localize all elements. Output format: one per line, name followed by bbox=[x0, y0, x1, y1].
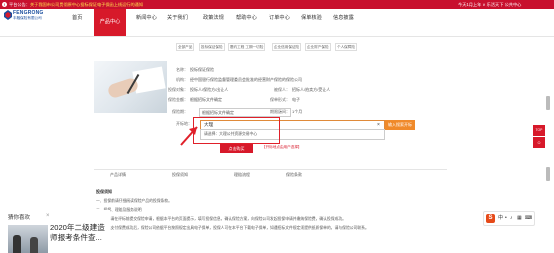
nav-policy[interactable]: 政策法规 bbox=[203, 14, 224, 21]
nav-orders[interactable]: 订单中心 bbox=[269, 14, 290, 21]
nav-verify[interactable]: 保单核验 bbox=[301, 14, 322, 21]
content-line: 1 投保人请在评标前提交保险申请，根据本平台的页面提示，填写投保信息，确认保险方… bbox=[96, 217, 346, 221]
nav-disclosure[interactable]: 信息披露 bbox=[333, 14, 354, 21]
news-popup[interactable]: 猜你喜欢 × 2020年二级建造 师报考条件查... bbox=[0, 210, 110, 253]
brand-subtitle: 丰融保险有限公司 bbox=[13, 16, 42, 20]
nav-help[interactable]: 帮助中心 bbox=[236, 14, 257, 21]
field-label: 保险期： bbox=[172, 109, 188, 114]
news-headline-line: 2020年二级建造 bbox=[50, 223, 105, 232]
ime-punct-icon[interactable]: • bbox=[505, 212, 507, 225]
field-value: 电子 bbox=[292, 97, 300, 102]
field-label: 保险金额： bbox=[168, 97, 188, 102]
notice-bar: ! 平台公告：关于我国市公司贯彻原中心投标保证电子保函上线运行的通知 今天1月上… bbox=[0, 0, 554, 9]
tabs-divider bbox=[94, 169, 447, 170]
buy-button[interactable]: 点击购买 bbox=[220, 144, 253, 153]
field-value: 1个月 bbox=[292, 109, 303, 114]
category-tab[interactable]: 企业财产保险 bbox=[305, 43, 331, 51]
news-headline[interactable]: 2020年二级建造 师报考条件查... bbox=[50, 223, 105, 243]
news-thumbnail[interactable] bbox=[8, 225, 48, 253]
ime-grid-icon[interactable]: ▦ bbox=[517, 212, 522, 225]
ime-logo-icon[interactable]: S bbox=[486, 214, 495, 223]
field-label: 保单形式： bbox=[270, 97, 290, 102]
category-tab[interactable]: 投标保证保险 bbox=[199, 43, 225, 51]
field-value: 经中国银行保险监督管理委员会批准的经营财产保险的保险公司 bbox=[190, 77, 302, 82]
ime-toolbar[interactable]: S 中 • ♪ ▦ ⌨ bbox=[483, 211, 535, 226]
highlight-box bbox=[193, 117, 280, 144]
person-shape bbox=[30, 237, 38, 253]
field-label: 期限区间： bbox=[270, 109, 290, 114]
logo-icon[interactable] bbox=[4, 10, 12, 20]
field-label: 名称： bbox=[176, 67, 188, 72]
notice-right[interactable]: 今天1月上年 ∨ 乐活天下 公共中心 bbox=[458, 0, 521, 9]
news-headline-line: 师报考条件查... bbox=[50, 233, 102, 242]
content-heading: 投保须知 bbox=[96, 189, 112, 194]
news-title: 猜你喜欢 bbox=[8, 215, 31, 221]
close-icon[interactable]: × bbox=[46, 213, 50, 219]
clear-icon[interactable]: × bbox=[377, 121, 380, 129]
content-line: 一、投保前请仔细阅读保险产品的投保条款。 bbox=[96, 199, 172, 203]
nav-active-label: 产品中心 bbox=[99, 19, 121, 25]
person-shape bbox=[13, 235, 21, 253]
category-tab[interactable]: 全部产品 bbox=[176, 43, 195, 51]
tab-claims[interactable]: 理赔流程 bbox=[234, 172, 250, 178]
tab-terms[interactable]: 保险条款 bbox=[286, 172, 302, 178]
field-label: 被保人： bbox=[274, 87, 290, 92]
category-tab[interactable]: 个人保障险 bbox=[335, 43, 357, 51]
scrollbar-thumb[interactable] bbox=[546, 167, 550, 181]
notice-highlight[interactable]: 关于我国市公司贯彻原中心投标保证电子保函上线运行的通知 bbox=[30, 2, 143, 7]
tab-details[interactable]: 产品详情 bbox=[110, 172, 126, 178]
header-divider bbox=[0, 36, 554, 37]
field-value: 根据招标文件确定 bbox=[190, 97, 222, 102]
search-bid-button[interactable]: 输入搜索开标 bbox=[385, 120, 415, 130]
field-label: 投保对象： bbox=[168, 87, 188, 92]
notice-icon: ! bbox=[2, 2, 7, 7]
nav-news[interactable]: 新闻中心 bbox=[136, 14, 157, 21]
field-label: 机构： bbox=[176, 77, 188, 82]
notice-text[interactable]: 平台公告：关于我国市公司贯彻原中心投标保证电子保函上线运行的通知 bbox=[9, 0, 143, 9]
nav-about[interactable]: 关于我们 bbox=[167, 14, 188, 21]
scrollbar-thumb[interactable] bbox=[546, 96, 550, 110]
nav-products-active[interactable]: 产品中心 bbox=[94, 9, 126, 36]
ime-voice-icon[interactable]: ♪ bbox=[510, 212, 513, 225]
ime-mode-icon[interactable]: 中 bbox=[498, 212, 503, 225]
annotation-arrow-icon bbox=[180, 126, 198, 146]
buy-note: 【开标地点由用户选择】 bbox=[262, 145, 302, 149]
content-line: 2 投保人支付保费成功后，保险公司依据平台按照规定出具电子保单，投保人可在本平台… bbox=[96, 226, 369, 230]
category-tab[interactable]: 企业信用保证险 bbox=[272, 43, 302, 51]
term-select-value: 根据招标文件确定 bbox=[202, 110, 234, 115]
back-to-top-button[interactable]: TOP bbox=[533, 125, 545, 136]
tab-notice[interactable]: 投保须知 bbox=[172, 172, 188, 178]
field-value: 投标人/保险方/出让人 bbox=[190, 87, 229, 92]
nav-home[interactable]: 首页 bbox=[72, 14, 82, 21]
category-tab[interactable]: 履约工程 工期一切险 bbox=[228, 43, 266, 51]
side-icon-button[interactable]: ☺ bbox=[533, 137, 545, 148]
ime-keyboard-icon[interactable]: ⌨ bbox=[525, 212, 532, 225]
field-value: 招标人/拍卖方/受让人 bbox=[292, 87, 331, 92]
notice-lead: 平台公告： bbox=[9, 2, 30, 7]
field-value: 投标保证保险 bbox=[190, 67, 214, 72]
